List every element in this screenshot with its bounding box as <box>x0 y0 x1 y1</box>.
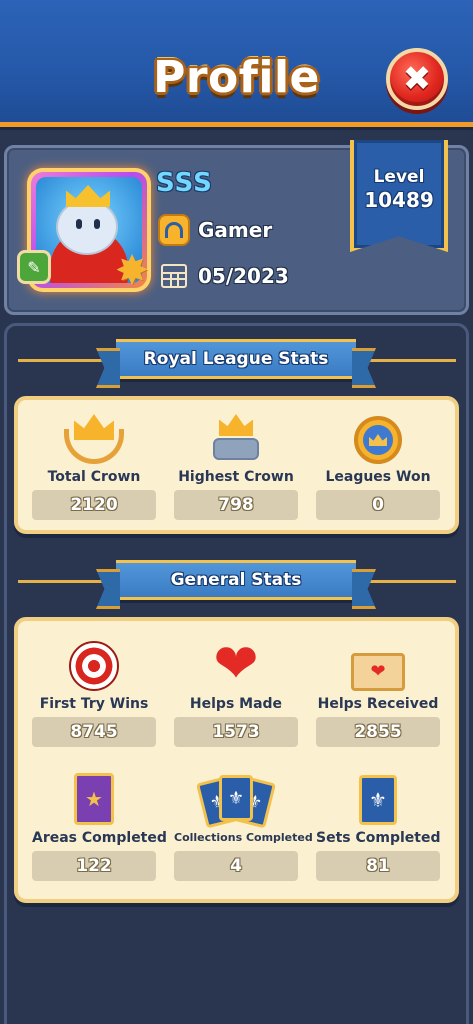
stat-label: Areas Completed <box>32 830 167 846</box>
calendar-icon <box>158 260 190 292</box>
edit-avatar-button[interactable]: ✎ <box>17 250 51 284</box>
stat-value: 2120 <box>32 490 156 520</box>
stat-value: 81 <box>316 851 440 881</box>
heading-rule-left <box>18 580 112 583</box>
stat-label: Total Crown <box>47 469 141 485</box>
player-title-row[interactable]: Gamer <box>158 214 272 246</box>
royal-league-box: Total Crown 2120 Highest Crown 798 Leagu… <box>14 396 459 534</box>
stat-label: Highest Crown <box>178 469 294 485</box>
stat-helps-received: ❤ Helps Received 2855 <box>316 635 440 747</box>
heading-ribbon: Royal League Stats <box>116 339 356 379</box>
username: SSS <box>156 168 213 198</box>
stat-label: Collections Completed <box>174 831 313 844</box>
heading-ribbon: General Stats <box>116 560 356 600</box>
stat-value: 4 <box>174 851 298 881</box>
heading-rule-right <box>362 580 456 583</box>
laurel-crown-icon <box>62 414 126 464</box>
star-badge-icon: ✸ <box>115 248 149 294</box>
stat-label: First Try Wins <box>39 696 149 712</box>
card-icon: ⚜ <box>359 775 397 825</box>
stat-collections-completed: ⚜ ⚜ ⚜ Collections Completed 4 <box>174 769 313 881</box>
avatar-crown <box>66 185 110 207</box>
heart-icon: ❤ <box>213 632 259 695</box>
general-stats-title: General Stats <box>170 570 302 590</box>
general-stats-box: First Try Wins 8745 ❤ Helps Made 1573 ❤ … <box>14 617 459 903</box>
header-bar: Profile ✖ <box>0 0 473 127</box>
level-banner: Level 10489 <box>350 140 448 252</box>
target-icon <box>69 641 119 691</box>
stat-label: Sets Completed <box>316 830 441 846</box>
stat-value: 798 <box>174 490 298 520</box>
book-star-icon: ★ <box>74 773 114 825</box>
pencil-icon: ✎ <box>27 257 41 277</box>
general-stats-heading: General Stats <box>0 556 473 606</box>
stat-highest-crown: Highest Crown 798 <box>174 408 298 520</box>
avatar-eye-right <box>94 219 100 229</box>
envelope-heart-icon: ❤ <box>351 653 405 691</box>
stat-value: 2855 <box>316 717 440 747</box>
avatar-head <box>56 199 118 255</box>
heading-rule-right <box>362 359 456 362</box>
stat-label: Helps Made <box>189 696 283 712</box>
stat-label: Helps Received <box>317 696 439 712</box>
stat-total-crown: Total Crown 2120 <box>32 408 156 520</box>
level-value: 10489 <box>364 188 434 212</box>
royal-league-heading: Royal League Stats <box>0 335 473 385</box>
card-fan-icon: ⚜ ⚜ ⚜ <box>195 773 277 829</box>
avatar-eye-left <box>76 219 82 229</box>
stat-leagues-won: Leagues Won 0 <box>316 408 440 520</box>
level-label: Level <box>373 167 425 187</box>
joined-row: 05/2023 <box>158 260 289 292</box>
medal-icon <box>354 416 402 464</box>
stat-label: Leagues Won <box>325 469 431 485</box>
headset-icon <box>158 214 190 246</box>
stat-value: 122 <box>32 851 156 881</box>
joined-date: 05/2023 <box>198 264 289 288</box>
stat-first-try-wins: First Try Wins 8745 <box>32 635 156 747</box>
heading-rule-left <box>18 359 112 362</box>
close-icon: ✖ <box>402 59 432 99</box>
stat-sets-completed: ⚜ Sets Completed 81 <box>316 769 440 881</box>
pedestal-crown-icon <box>211 414 261 464</box>
stat-areas-completed: ★ Areas Completed 122 <box>32 769 167 881</box>
player-title: Gamer <box>198 218 273 242</box>
stat-value: 8745 <box>32 717 156 747</box>
stat-value: 0 <box>316 490 440 520</box>
royal-league-title: Royal League Stats <box>143 349 329 369</box>
stat-helps-made: ❤ Helps Made 1573 <box>174 635 298 747</box>
close-button[interactable]: ✖ <box>386 48 448 110</box>
stat-value: 1573 <box>174 717 298 747</box>
